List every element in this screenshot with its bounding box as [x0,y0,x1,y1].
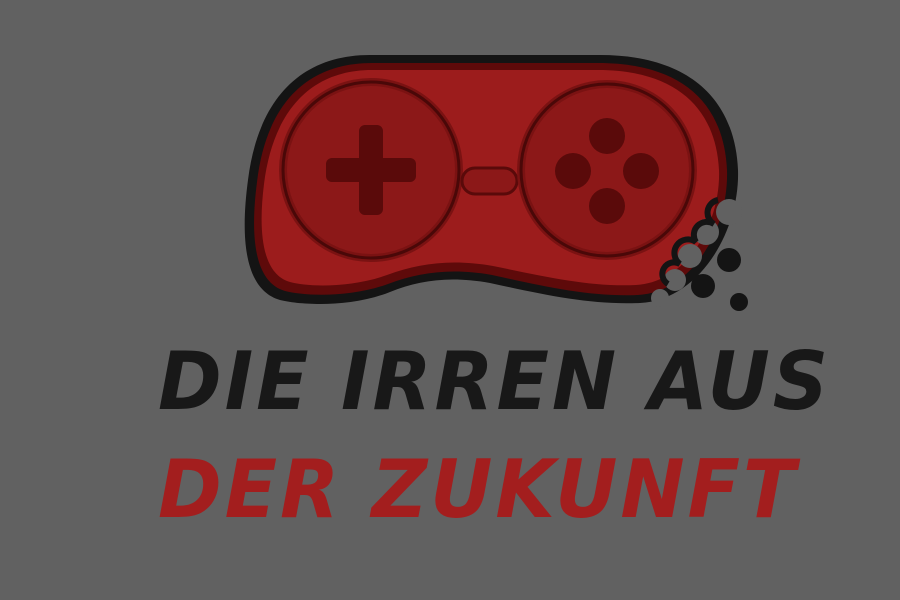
logo-canvas: DIE IRREN AUS DER ZUKUNFT [0,0,900,600]
button-ring [517,80,697,260]
logo-title-line-2: DER ZUKUNFT [158,443,799,536]
logo-title-line-1: DIE IRREN AUS [158,335,831,428]
bitten-gamepad-icon [244,55,748,311]
select-button [460,166,519,196]
